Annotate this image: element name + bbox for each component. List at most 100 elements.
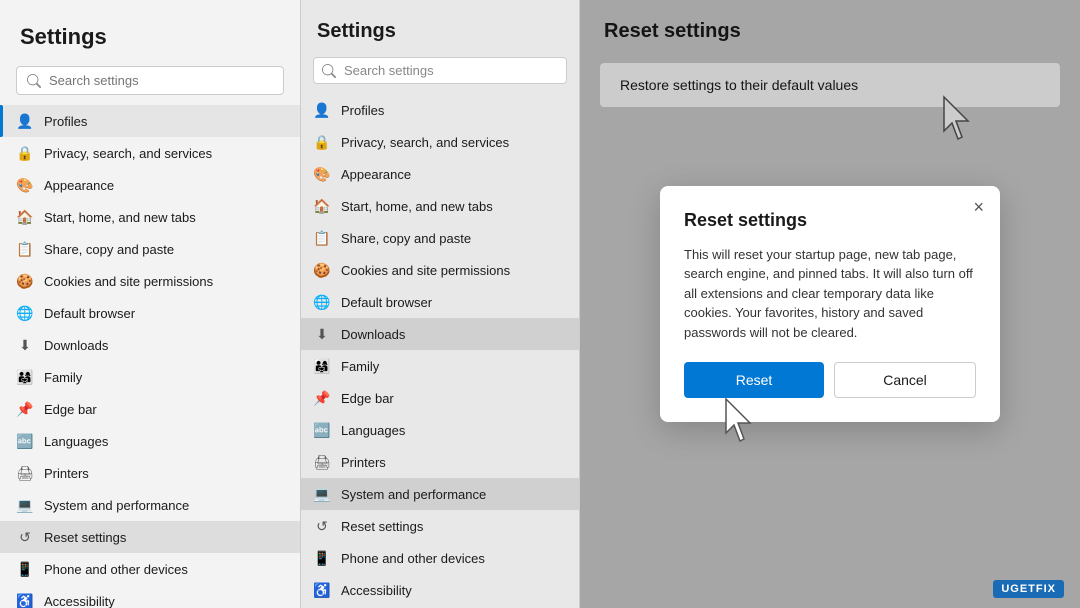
middle-item-phone[interactable]: 📱 Phone and other devices xyxy=(301,542,579,574)
middle-item-cookies[interactable]: 🍪 Cookies and site permissions xyxy=(301,254,579,286)
dialog-close-button[interactable]: × xyxy=(973,198,984,216)
sidebar-item-system[interactable]: 💻 System and performance xyxy=(0,489,300,521)
middle-search-placeholder: Search settings xyxy=(344,63,434,78)
sidebar-item-label: Phone and other devices xyxy=(44,562,188,577)
sidebar-item-label: Accessibility xyxy=(44,594,115,608)
reset-icon: ↺ xyxy=(16,528,34,546)
sidebar-item-family[interactable]: 👨‍👩‍👧 Family xyxy=(0,361,300,393)
middle-panel: Settings Search settings 👤 Profiles 🔒 Pr… xyxy=(300,0,580,608)
share-icon: 📋 xyxy=(16,240,34,258)
reset-settings-dialog: × Reset settings This will reset your st… xyxy=(660,186,1000,423)
middle-item-label: Privacy, search, and services xyxy=(341,135,509,150)
middle-item-label: Downloads xyxy=(341,327,405,342)
middle-search-icon xyxy=(322,64,336,78)
sidebar-item-label: Languages xyxy=(44,434,108,449)
sidebar-item-label: System and performance xyxy=(44,498,189,513)
middle-item-default-browser[interactable]: 🌐 Default browser xyxy=(301,286,579,318)
sidebar-item-languages[interactable]: 🔤 Languages xyxy=(0,425,300,457)
accessibility-icon: ♿ xyxy=(16,592,34,608)
phone-icon: 📱 xyxy=(16,560,34,578)
reset-button[interactable]: Reset xyxy=(684,362,824,398)
sidebar-item-label: Family xyxy=(44,370,82,385)
middle-item-label: Printers xyxy=(341,455,386,470)
search-input[interactable] xyxy=(49,73,273,88)
middle-item-profiles[interactable]: 👤 Profiles xyxy=(301,94,579,126)
sidebar-search-box[interactable] xyxy=(16,66,284,95)
right-panel: Reset settings Restore settings to their… xyxy=(580,0,1080,608)
sidebar-item-label: Share, copy and paste xyxy=(44,242,174,257)
middle-item-reset[interactable]: ↺ Reset settings xyxy=(301,510,579,542)
middle-item-printers[interactable]: 🖨 Printers xyxy=(301,446,579,478)
privacy-icon: 🔒 xyxy=(16,144,34,162)
sidebar-item-default-browser[interactable]: 🌐 Default browser xyxy=(0,297,300,329)
dialog-overlay: × Reset settings This will reset your st… xyxy=(580,0,1080,608)
middle-item-family[interactable]: 👨‍👩‍👧 Family xyxy=(301,350,579,382)
sidebar-item-label: Default browser xyxy=(44,306,135,321)
sidebar-item-reset[interactable]: ↺ Reset settings xyxy=(0,521,300,553)
sidebar-item-accessibility[interactable]: ♿ Accessibility xyxy=(0,585,300,608)
middle-item-edge-bar[interactable]: 📌 Edge bar xyxy=(301,382,579,414)
middle-nav: 👤 Profiles 🔒 Privacy, search, and servic… xyxy=(301,94,579,608)
sidebar-item-label: Cookies and site permissions xyxy=(44,274,213,289)
languages-icon: 🔤 xyxy=(16,432,34,450)
middle-item-share[interactable]: 📋 Share, copy and paste xyxy=(301,222,579,254)
sidebar-item-label: Printers xyxy=(44,466,89,481)
family-icon: 👨‍👩‍👧 xyxy=(16,368,34,386)
middle-item-languages[interactable]: 🔤 Languages xyxy=(301,414,579,446)
system-icon: 💻 xyxy=(16,496,34,514)
middle-item-label: System and performance xyxy=(341,487,486,502)
sidebar-item-privacy[interactable]: 🔒 Privacy, search, and services xyxy=(0,137,300,169)
middle-phone-icon: 📱 xyxy=(313,549,331,567)
middle-search-box[interactable]: Search settings xyxy=(313,57,567,84)
printers-icon: 🖨 xyxy=(16,464,34,482)
default-browser-icon: 🌐 xyxy=(16,304,34,322)
middle-downloads-icon: ⬇ xyxy=(313,325,331,343)
middle-item-start[interactable]: 🏠 Start, home, and new tabs xyxy=(301,190,579,222)
middle-item-accessibility[interactable]: ♿ Accessibility xyxy=(301,574,579,606)
sidebar-item-label: Reset settings xyxy=(44,530,126,545)
cursor-on-reset xyxy=(722,397,762,452)
middle-title: Settings xyxy=(301,0,579,53)
sidebar-item-profiles[interactable]: 👤 Profiles xyxy=(0,105,300,137)
watermark: UGETFIX xyxy=(993,580,1064,598)
middle-profiles-icon: 👤 xyxy=(313,101,331,119)
middle-item-label: Family xyxy=(341,359,379,374)
edge-bar-icon: 📌 xyxy=(16,400,34,418)
sidebar-item-printers[interactable]: 🖨 Printers xyxy=(0,457,300,489)
middle-languages-icon: 🔤 xyxy=(313,421,331,439)
middle-item-label: Default browser xyxy=(341,295,432,310)
sidebar-item-cookies[interactable]: 🍪 Cookies and site permissions xyxy=(0,265,300,297)
cancel-button[interactable]: Cancel xyxy=(834,362,976,398)
start-icon: 🏠 xyxy=(16,208,34,226)
middle-item-system[interactable]: 💻 System and performance xyxy=(301,478,579,510)
dialog-buttons: Reset Cancel xyxy=(684,362,976,398)
middle-item-label: Edge bar xyxy=(341,391,394,406)
cookies-icon: 🍪 xyxy=(16,272,34,290)
sidebar-item-appearance[interactable]: 🎨 Appearance xyxy=(0,169,300,201)
middle-item-label: Languages xyxy=(341,423,405,438)
sidebar-item-label: Privacy, search, and services xyxy=(44,146,212,161)
middle-system-icon: 💻 xyxy=(313,485,331,503)
middle-reset-icon: ↺ xyxy=(313,517,331,535)
middle-item-appearance[interactable]: 🎨 Appearance xyxy=(301,158,579,190)
middle-family-icon: 👨‍👩‍👧 xyxy=(313,357,331,375)
middle-item-privacy[interactable]: 🔒 Privacy, search, and services xyxy=(301,126,579,158)
middle-appearance-icon: 🎨 xyxy=(313,165,331,183)
sidebar-item-phone[interactable]: 📱 Phone and other devices xyxy=(0,553,300,585)
sidebar-item-downloads[interactable]: ⬇ Downloads xyxy=(0,329,300,361)
dialog-title: Reset settings xyxy=(684,210,976,231)
sidebar-item-label: Profiles xyxy=(44,114,87,129)
search-icon xyxy=(27,74,41,88)
middle-item-label: Accessibility xyxy=(341,583,412,598)
sidebar-item-share[interactable]: 📋 Share, copy and paste xyxy=(0,233,300,265)
sidebar-nav: 👤 Profiles 🔒 Privacy, search, and servic… xyxy=(0,105,300,608)
downloads-icon: ⬇ xyxy=(16,336,34,354)
middle-cookies-icon: 🍪 xyxy=(313,261,331,279)
sidebar-item-start[interactable]: 🏠 Start, home, and new tabs xyxy=(0,201,300,233)
appearance-icon: 🎨 xyxy=(16,176,34,194)
middle-item-downloads[interactable]: ⬇ Downloads xyxy=(301,318,579,350)
middle-privacy-icon: 🔒 xyxy=(313,133,331,151)
middle-start-icon: 🏠 xyxy=(313,197,331,215)
sidebar-item-edge-bar[interactable]: 📌 Edge bar xyxy=(0,393,300,425)
sidebar-title: Settings xyxy=(0,0,300,62)
